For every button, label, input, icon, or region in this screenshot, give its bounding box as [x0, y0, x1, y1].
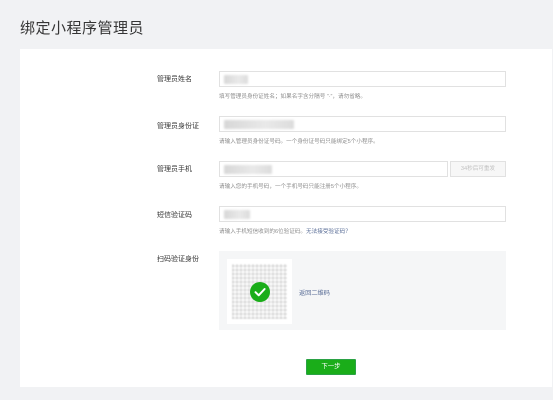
id-card-value-redacted — [224, 120, 294, 129]
sms-hint: 请输入手机短信收到的6位验证码。无法接受验证码？ — [219, 227, 351, 235]
check-icon — [250, 282, 270, 302]
phone-input[interactable] — [219, 161, 448, 177]
page-title: 绑定小程序管理员 — [20, 20, 145, 37]
return-qr-link[interactable]: 返回二维码 — [299, 288, 330, 297]
scan-panel: 返回二维码 — [219, 251, 506, 330]
name-value-redacted — [224, 75, 248, 84]
id-card-input[interactable] — [219, 116, 506, 132]
name-hint: 填写管理员身份证姓名；如果名字含分隔号 “·”，请勿省略。 — [219, 94, 366, 100]
form-card: 管理员姓名 填写管理员身份证姓名；如果名字含分隔号 “·”，请勿省略。 管理员身… — [20, 49, 552, 387]
name-input[interactable] — [219, 71, 506, 87]
qr-code — [227, 259, 292, 324]
sms-hint-text: 请输入手机短信收到的6位验证码。 — [219, 229, 307, 235]
sms-value-redacted — [224, 210, 250, 219]
sms-code-input[interactable] — [219, 206, 506, 222]
phone-value-redacted — [224, 165, 272, 174]
cannot-receive-code-link[interactable]: 无法接受验证码？ — [306, 229, 351, 235]
phone-hint: 请输入您的手机号码，一个手机号码只能注册5个小程序。 — [219, 184, 362, 190]
next-button[interactable]: 下一步 — [306, 359, 356, 375]
resend-code-button[interactable]: 34秒后可重发 — [450, 161, 506, 177]
id-card-hint: 请输入管理员身份证号码。一个身份证号码只能绑定5个小程序。 — [219, 139, 379, 145]
